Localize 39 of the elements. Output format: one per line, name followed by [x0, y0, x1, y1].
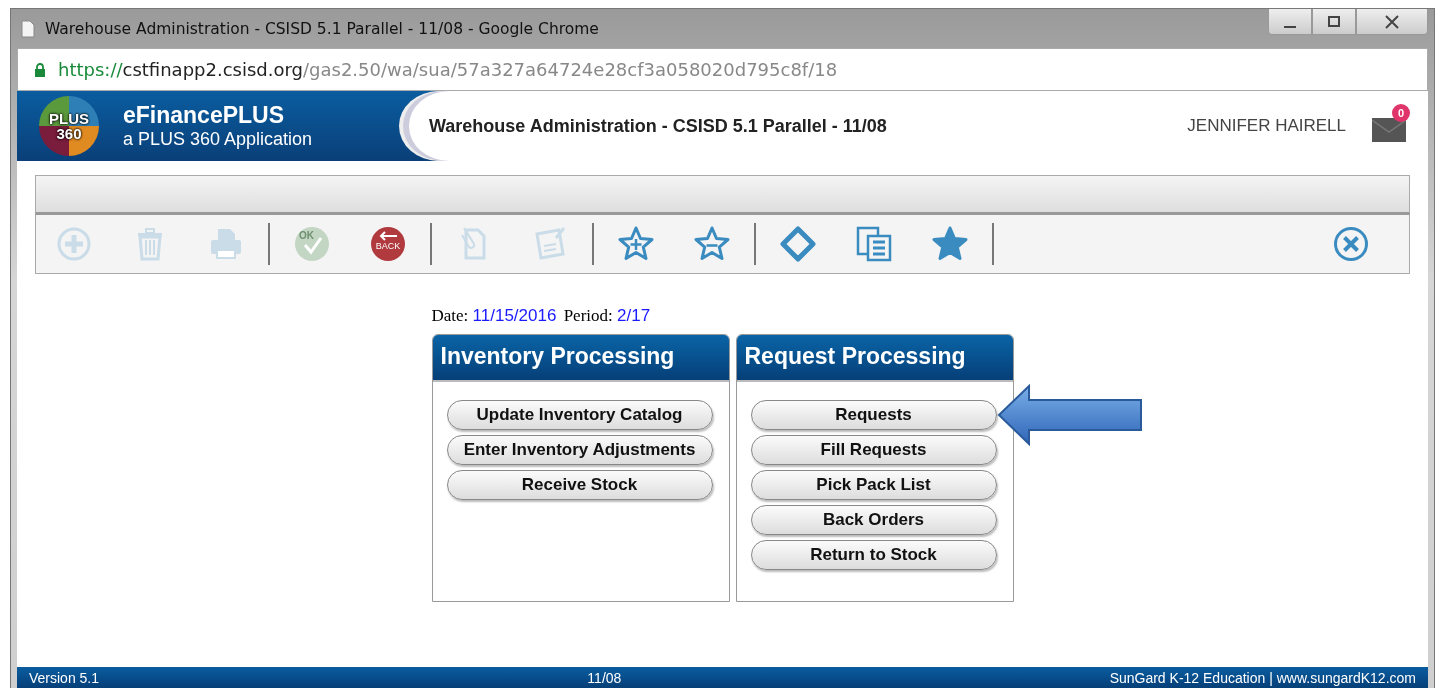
period-value: 2/17 — [617, 306, 651, 325]
version-text: Version 5.1 — [29, 669, 100, 686]
address-bar[interactable]: https://cstfinapp2.csisd.org/gas2.50/wa/sua/57a327a64724e28cf3a058020d795c8f/18 — [17, 48, 1428, 91]
user-name[interactable]: JENNIFER HAIRELL — [1187, 116, 1346, 136]
menu-button[interactable]: Receive Stock — [446, 470, 713, 500]
period-label: Period: — [563, 306, 613, 325]
close-icon — [1382, 14, 1402, 29]
vendor-text: SunGard K-12 Education | www.sungardK12.com — [1109, 669, 1416, 686]
panel-header: Inventory Processing — [432, 335, 729, 382]
back-icon[interactable]: BACK — [370, 226, 406, 262]
menu-button[interactable]: Enter Inventory Adjustments — [446, 435, 713, 465]
url-text: https://cstfinapp2.csisd.org/gas2.50/wa/sua/57a327a64724e28cf3a058020d795c8f/18 — [58, 59, 838, 80]
date-label: Date: — [431, 306, 469, 325]
close-icon[interactable] — [1333, 226, 1369, 262]
notification-badge: 0 — [1392, 104, 1410, 122]
star-icon[interactable] — [932, 226, 968, 262]
page-icon — [21, 19, 35, 38]
date-value: 11/15/2016 — [472, 306, 557, 325]
star-minus-icon[interactable] — [694, 226, 730, 262]
diamond-icon[interactable] — [780, 226, 816, 262]
window-title: Warehouse Administration - CSISD 5.1 Parallel - 11/08 - Google Chrome — [45, 19, 599, 38]
product-subtitle: a PLUS 360 Application — [123, 129, 313, 150]
menu-button[interactable]: Requests — [750, 400, 997, 430]
mail-icon[interactable] — [1372, 118, 1406, 142]
menu-button[interactable]: Back Orders — [750, 505, 997, 535]
copy-icon[interactable] — [856, 226, 892, 262]
menu-button[interactable]: Return to Stock — [750, 540, 997, 570]
product-name: eFinancePLUS — [123, 102, 286, 129]
panel-header: Request Processing — [736, 335, 1013, 382]
minimize-button[interactable] — [1268, 9, 1312, 35]
star-plus-icon[interactable] — [618, 226, 654, 262]
close-button[interactable] — [1356, 9, 1428, 35]
menu-button[interactable]: Update Inventory Catalog — [446, 400, 713, 430]
status-text: 11/08 — [587, 669, 622, 686]
menu-button[interactable]: Pick Pack List — [750, 470, 997, 500]
maximize-button[interactable] — [1312, 9, 1356, 35]
menu-button[interactable]: Fill Requests — [750, 435, 997, 465]
page-title: Warehouse Administration - CSISD 5.1 Parallel - 11/08 — [429, 115, 888, 137]
minimize-icon — [1284, 25, 1296, 28]
